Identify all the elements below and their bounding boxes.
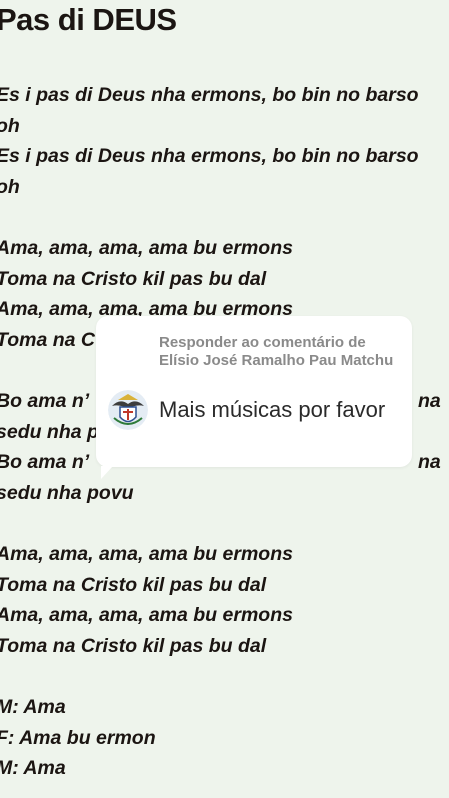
comment-reply-sticker[interactable]: Responder ao comentário de Elísio José R… (96, 316, 412, 479)
lyric-line: Es i pas di Deus nha ermons, bo bin no b… (0, 145, 419, 167)
lyric-line: Ama, ama, ama, ama bu ermons (0, 543, 293, 565)
lyric-line: Bo ama n’ (0, 390, 90, 412)
coat-of-arms-icon (108, 390, 148, 430)
lyric-line: Toma na Cristo kil pas bu dal (0, 574, 267, 596)
lyric-line: oh (0, 176, 20, 198)
lyric-line: M: Ama (0, 757, 66, 779)
lyric-line: Toma na Cristo kil pas bu dal (0, 635, 267, 657)
lyric-line: M: Ama (0, 696, 66, 718)
lyric-line: sedu nha povu (0, 482, 134, 504)
lyric-line: Toma na Cristo kil pas bu dal (0, 268, 267, 290)
song-title: Pas di DEUS (0, 2, 177, 37)
lyric-line: Ama, ama, ama, ama bu ermons (0, 237, 293, 259)
lyric-line-fragment: na (418, 451, 441, 473)
reply-text: Mais músicas por favor (159, 397, 386, 422)
reply-heading: Responder ao comentário de Elísio José R… (159, 334, 394, 369)
lyric-line: oh (0, 115, 20, 137)
lyric-line-fragment: na (418, 390, 441, 412)
lyric-line: sedu nha p (0, 421, 99, 443)
lyric-line: Bo ama n’ (0, 451, 90, 473)
lyric-line: F: Ama bu ermon (0, 727, 156, 749)
lyric-line: Toma na C (0, 329, 95, 351)
lyric-line: Es i pas di Deus nha ermons, bo bin no b… (0, 84, 419, 106)
lyric-line: Ama, ama, ama, ama bu ermons (0, 604, 293, 626)
